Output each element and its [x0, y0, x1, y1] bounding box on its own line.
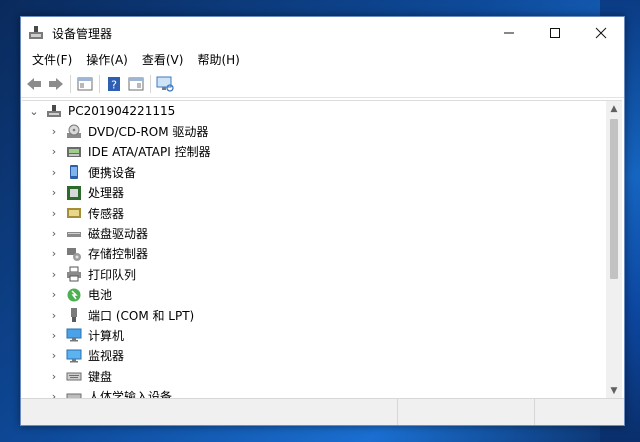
expand-chevron-icon[interactable]: ›	[48, 166, 60, 179]
forward-arrow-icon	[49, 78, 63, 90]
tree-category-row[interactable]: › 处理器	[22, 183, 606, 203]
maximize-icon	[550, 28, 560, 38]
expand-chevron-icon[interactable]: ›	[48, 288, 60, 301]
expand-chevron-icon[interactable]: ›	[48, 329, 60, 342]
tree-category-label: 计算机	[88, 328, 125, 343]
tree-category-label: DVD/CD-ROM 驱动器	[88, 125, 209, 140]
status-cell-secondary	[398, 399, 536, 425]
device-tree: ⌄ PC201904221115 › DVD/CD-ROM 驱动器 › IDE ATA…	[22, 101, 606, 399]
forward-button[interactable]	[45, 74, 67, 94]
properties-panel-button[interactable]	[125, 74, 147, 94]
expand-chevron-icon[interactable]: ›	[48, 268, 60, 281]
collapse-chevron-icon[interactable]: ⌄	[28, 105, 40, 118]
minimize-button[interactable]	[486, 17, 532, 49]
sensor-icon	[66, 205, 82, 221]
close-icon	[595, 27, 607, 39]
computer-root-icon	[46, 103, 62, 119]
tree-category-row[interactable]: › DVD/CD-ROM 驱动器	[22, 121, 606, 141]
tree-category-label: 监视器	[88, 349, 125, 364]
tree-category-label: 便携设备	[88, 165, 137, 180]
expand-chevron-icon[interactable]: ›	[48, 125, 60, 138]
expand-chevron-icon[interactable]: ›	[48, 207, 60, 220]
expand-chevron-icon[interactable]: ›	[48, 349, 60, 362]
tree-category-label: 处理器	[88, 186, 125, 201]
back-arrow-icon	[27, 78, 41, 90]
close-button[interactable]	[578, 17, 624, 49]
expand-chevron-icon[interactable]: ›	[48, 145, 60, 158]
tree-root-label: PC201904221115	[68, 104, 176, 119]
status-cell-tertiary	[535, 399, 624, 425]
tree-category-row[interactable]: › 传感器	[22, 203, 606, 223]
tree-category-label: 键盘	[88, 369, 113, 384]
processor-icon	[66, 185, 82, 201]
expand-chevron-icon[interactable]: ›	[48, 370, 60, 383]
device-manager-app-icon	[28, 25, 44, 41]
properties-button[interactable]	[74, 74, 96, 94]
ide-controller-icon	[66, 144, 82, 160]
maximize-button[interactable]	[532, 17, 578, 49]
status-bar	[21, 398, 624, 425]
menu-action[interactable]: 操作(A)	[79, 49, 135, 71]
status-cell-main	[21, 399, 399, 425]
tree-category-row[interactable]: › 计算机	[22, 325, 606, 345]
scroll-down-arrow-icon[interactable]: ▼	[606, 383, 622, 399]
toolbar-separator	[150, 75, 151, 93]
expand-chevron-icon[interactable]: ›	[48, 309, 60, 322]
expand-chevron-icon[interactable]: ›	[48, 227, 60, 240]
tree-category-label: 磁盘驱动器	[88, 227, 149, 242]
tree-category-list: › DVD/CD-ROM 驱动器 › IDE ATA/ATAPI 控制器 › 便携设备 › 处…	[22, 121, 606, 399]
vertical-scrollbar[interactable]: ▲ ▼	[606, 101, 622, 399]
scan-hardware-button[interactable]	[154, 74, 176, 94]
port-icon	[66, 307, 82, 323]
storage-controller-icon	[66, 246, 82, 262]
help-icon: ?	[108, 77, 120, 92]
toolbar: ?	[21, 71, 624, 98]
expand-chevron-icon[interactable]: ›	[48, 247, 60, 260]
tree-category-label: 端口 (COM 和 LPT)	[88, 308, 195, 323]
device-manager-window: 设备管理器 文件(F) 操作(A) 查看(V) 帮助(H) ? ⌄ PC2019…	[20, 16, 625, 426]
window-title: 设备管理器	[52, 26, 113, 41]
computer-icon	[66, 327, 82, 343]
tree-category-row[interactable]: › 电池	[22, 285, 606, 305]
portable-device-icon	[66, 164, 82, 180]
minimize-icon	[504, 32, 514, 34]
tree-category-label: 打印队列	[88, 267, 137, 282]
tree-category-row[interactable]: › 磁盘驱动器	[22, 223, 606, 243]
back-button[interactable]	[23, 74, 45, 94]
menu-bar: 文件(F) 操作(A) 查看(V) 帮助(H)	[21, 49, 624, 71]
menu-help[interactable]: 帮助(H)	[190, 49, 246, 71]
tree-category-row[interactable]: › 端口 (COM 和 LPT)	[22, 305, 606, 325]
tree-category-row[interactable]: › 监视器	[22, 346, 606, 366]
dvd-drive-icon	[66, 124, 82, 140]
toolbar-separator	[99, 75, 100, 93]
tree-category-row[interactable]: › 便携设备	[22, 162, 606, 182]
printer-icon	[66, 266, 82, 282]
tree-category-label: 传感器	[88, 206, 125, 221]
tree-category-label: 电池	[88, 288, 113, 303]
disk-drive-icon	[66, 226, 82, 242]
monitor-icon	[66, 348, 82, 364]
properties-panel-icon	[128, 77, 144, 91]
menu-file[interactable]: 文件(F)	[25, 49, 79, 71]
tree-category-row[interactable]: › 存储控制器	[22, 244, 606, 264]
help-button[interactable]: ?	[103, 74, 125, 94]
scrollbar-thumb[interactable]	[610, 119, 618, 279]
properties-icon	[77, 77, 93, 91]
tree-category-label: IDE ATA/ATAPI 控制器	[88, 145, 211, 160]
tree-category-label: 存储控制器	[88, 247, 149, 262]
scan-hardware-icon	[156, 76, 174, 92]
device-tree-panel: ⌄ PC201904221115 › DVD/CD-ROM 驱动器 › IDE ATA…	[22, 100, 622, 399]
svg-text:?: ?	[111, 79, 117, 92]
tree-category-row[interactable]: › IDE ATA/ATAPI 控制器	[22, 142, 606, 162]
title-bar[interactable]: 设备管理器	[21, 17, 624, 49]
toolbar-separator	[70, 75, 71, 93]
tree-category-row[interactable]: › 打印队列	[22, 264, 606, 284]
tree-category-row[interactable]: › 键盘	[22, 366, 606, 386]
tree-root-row[interactable]: ⌄ PC201904221115	[22, 101, 606, 121]
expand-chevron-icon[interactable]: ›	[48, 186, 60, 199]
scroll-up-arrow-icon[interactable]: ▲	[606, 101, 622, 117]
battery-icon	[66, 287, 82, 303]
menu-view[interactable]: 查看(V)	[135, 49, 191, 71]
keyboard-icon	[66, 368, 82, 384]
